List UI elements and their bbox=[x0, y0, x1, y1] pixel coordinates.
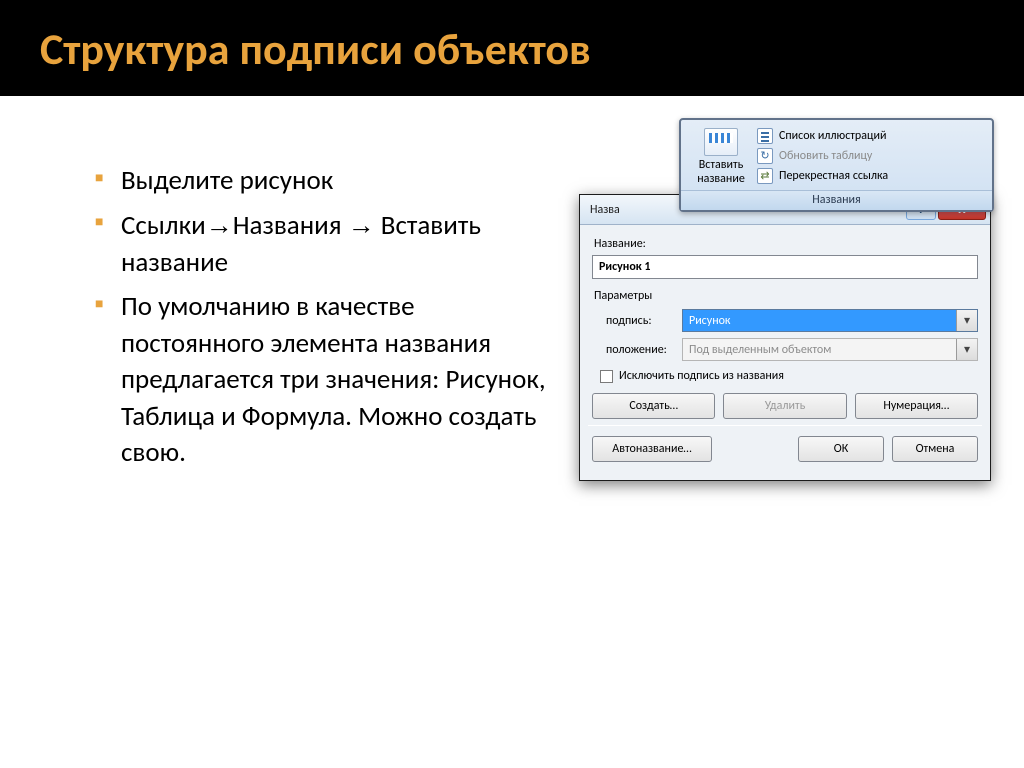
autoname-button[interactable]: Автоназвание… bbox=[592, 436, 712, 462]
ok-button[interactable]: ОК bbox=[798, 436, 884, 462]
exclude-label: Исключить подпись из названия bbox=[619, 369, 784, 383]
update-table-label: Обновить таблицу bbox=[779, 149, 872, 163]
insert-caption-label: Вставить название bbox=[691, 158, 751, 186]
separator bbox=[588, 425, 982, 426]
name-field[interactable] bbox=[592, 255, 978, 279]
position-combobox[interactable]: Под выделенным объектом bbox=[682, 338, 978, 361]
list-icon bbox=[757, 128, 773, 144]
new-button[interactable]: Создать… bbox=[592, 393, 715, 419]
caption-label: подпись: bbox=[592, 314, 682, 328]
refresh-icon bbox=[757, 148, 773, 164]
params-header: Параметры bbox=[594, 289, 978, 303]
bullet-item: Выделите рисунок bbox=[95, 163, 549, 199]
list-illustrations-button[interactable]: Список иллюстраций bbox=[755, 126, 986, 146]
cancel-button[interactable]: Отмена bbox=[892, 436, 978, 462]
bullet-item: По умолчанию в качестве постоянного элем… bbox=[95, 289, 549, 471]
name-label: Название: bbox=[594, 237, 978, 251]
position-label: положение: bbox=[592, 343, 682, 357]
insert-caption-button[interactable]: Вставить название bbox=[687, 126, 755, 188]
position-value: Под выделенным объектом bbox=[689, 343, 831, 357]
update-table-button[interactable]: Обновить таблицу bbox=[755, 146, 986, 166]
caption-combobox[interactable]: Рисунок bbox=[682, 309, 978, 332]
insert-caption-icon bbox=[704, 128, 738, 156]
list-illustrations-label: Список иллюстраций bbox=[779, 129, 886, 143]
numbering-button[interactable]: Нумерация… bbox=[855, 393, 978, 419]
exclude-checkbox[interactable] bbox=[600, 370, 613, 383]
caption-value: Рисунок bbox=[689, 314, 731, 328]
ribbon-captions-group: Вставить название Список иллюстраций Обн… bbox=[679, 118, 994, 212]
slide-title: Структура подписи объектов bbox=[0, 0, 1024, 96]
crossref-label: Перекрестная ссылка bbox=[779, 169, 888, 183]
ribbon-group-label: Названия bbox=[681, 190, 992, 210]
bullet-list: Выделите рисунок Ссылки→Названия → Встав… bbox=[55, 163, 549, 480]
bullet-item: Ссылки→Названия → Вставить название bbox=[95, 207, 549, 281]
crossref-button[interactable]: Перекрестная ссылка bbox=[755, 166, 986, 186]
caption-dialog: Назва ? X Название: Параметры подпись: Р… bbox=[579, 194, 991, 481]
crossref-icon bbox=[757, 168, 773, 184]
delete-button[interactable]: Удалить bbox=[723, 393, 846, 419]
